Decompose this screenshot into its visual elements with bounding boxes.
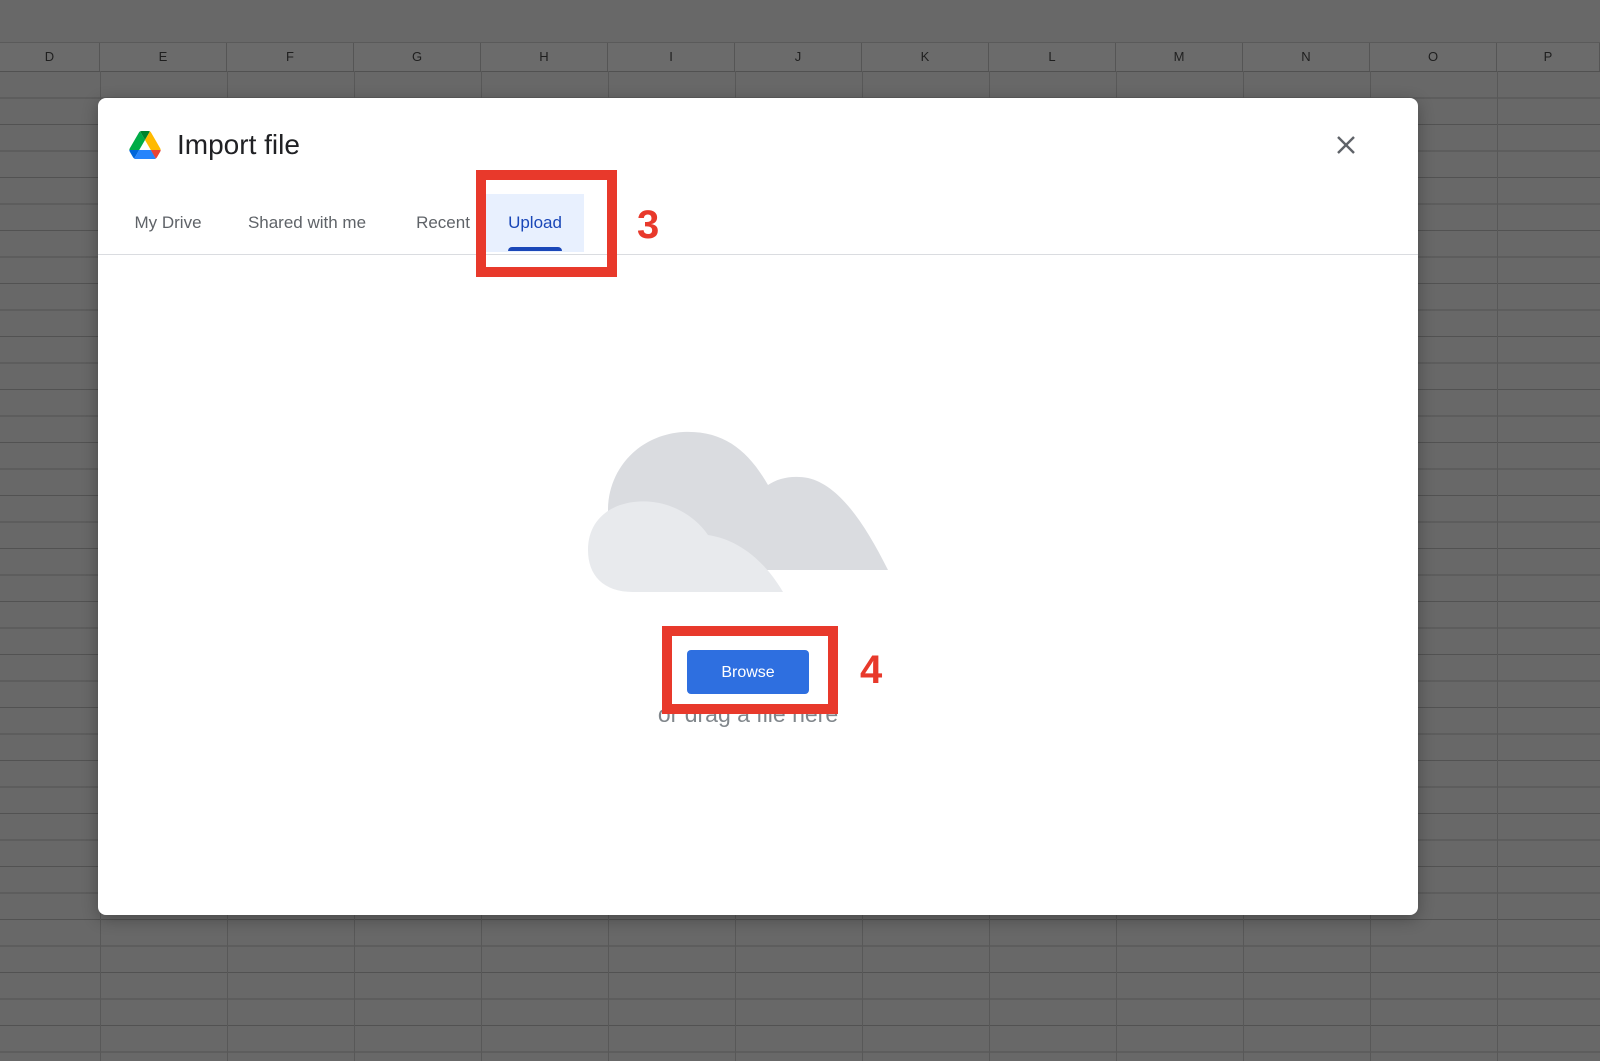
tab-label: My Drive [134,213,202,232]
column-header[interactable]: D [0,43,100,71]
annotation-box-upload [476,170,617,277]
column-header-bar: D E F G H I J K L M N O P [0,42,1600,72]
annotation-step-3: 3 [637,203,660,247]
column-header[interactable]: L [989,43,1116,71]
tab-shared-with-me[interactable]: Shared with me [232,194,382,252]
tab-recent[interactable]: Recent [401,194,485,252]
close-icon [1337,136,1355,154]
close-button[interactable] [1331,130,1361,160]
column-header[interactable]: J [735,43,862,71]
column-header[interactable]: K [862,43,989,71]
column-header[interactable]: G [354,43,481,71]
column-header[interactable]: F [227,43,354,71]
annotation-box-browse [662,626,838,714]
column-header[interactable]: I [608,43,735,71]
column-header[interactable]: M [1116,43,1243,71]
google-drive-icon [129,131,161,159]
tab-label: Recent [416,213,470,232]
column-header[interactable]: E [100,43,227,71]
annotation-step-4: 4 [860,648,883,692]
column-header[interactable]: N [1243,43,1370,71]
column-header[interactable]: P [1497,43,1600,71]
dialog-title: Import file [177,129,300,160]
source-tabs: My Drive Shared with me Recent Upload [98,194,1418,255]
import-file-dialog: Import file My Drive Shared with me Rece… [98,98,1418,915]
column-header[interactable]: H [481,43,608,71]
cloud-upload-illustration [588,431,888,592]
tab-label: Shared with me [247,213,367,232]
grid-line [1497,71,1498,1061]
column-header[interactable]: O [1370,43,1497,71]
tab-my-drive[interactable]: My Drive [123,194,213,252]
